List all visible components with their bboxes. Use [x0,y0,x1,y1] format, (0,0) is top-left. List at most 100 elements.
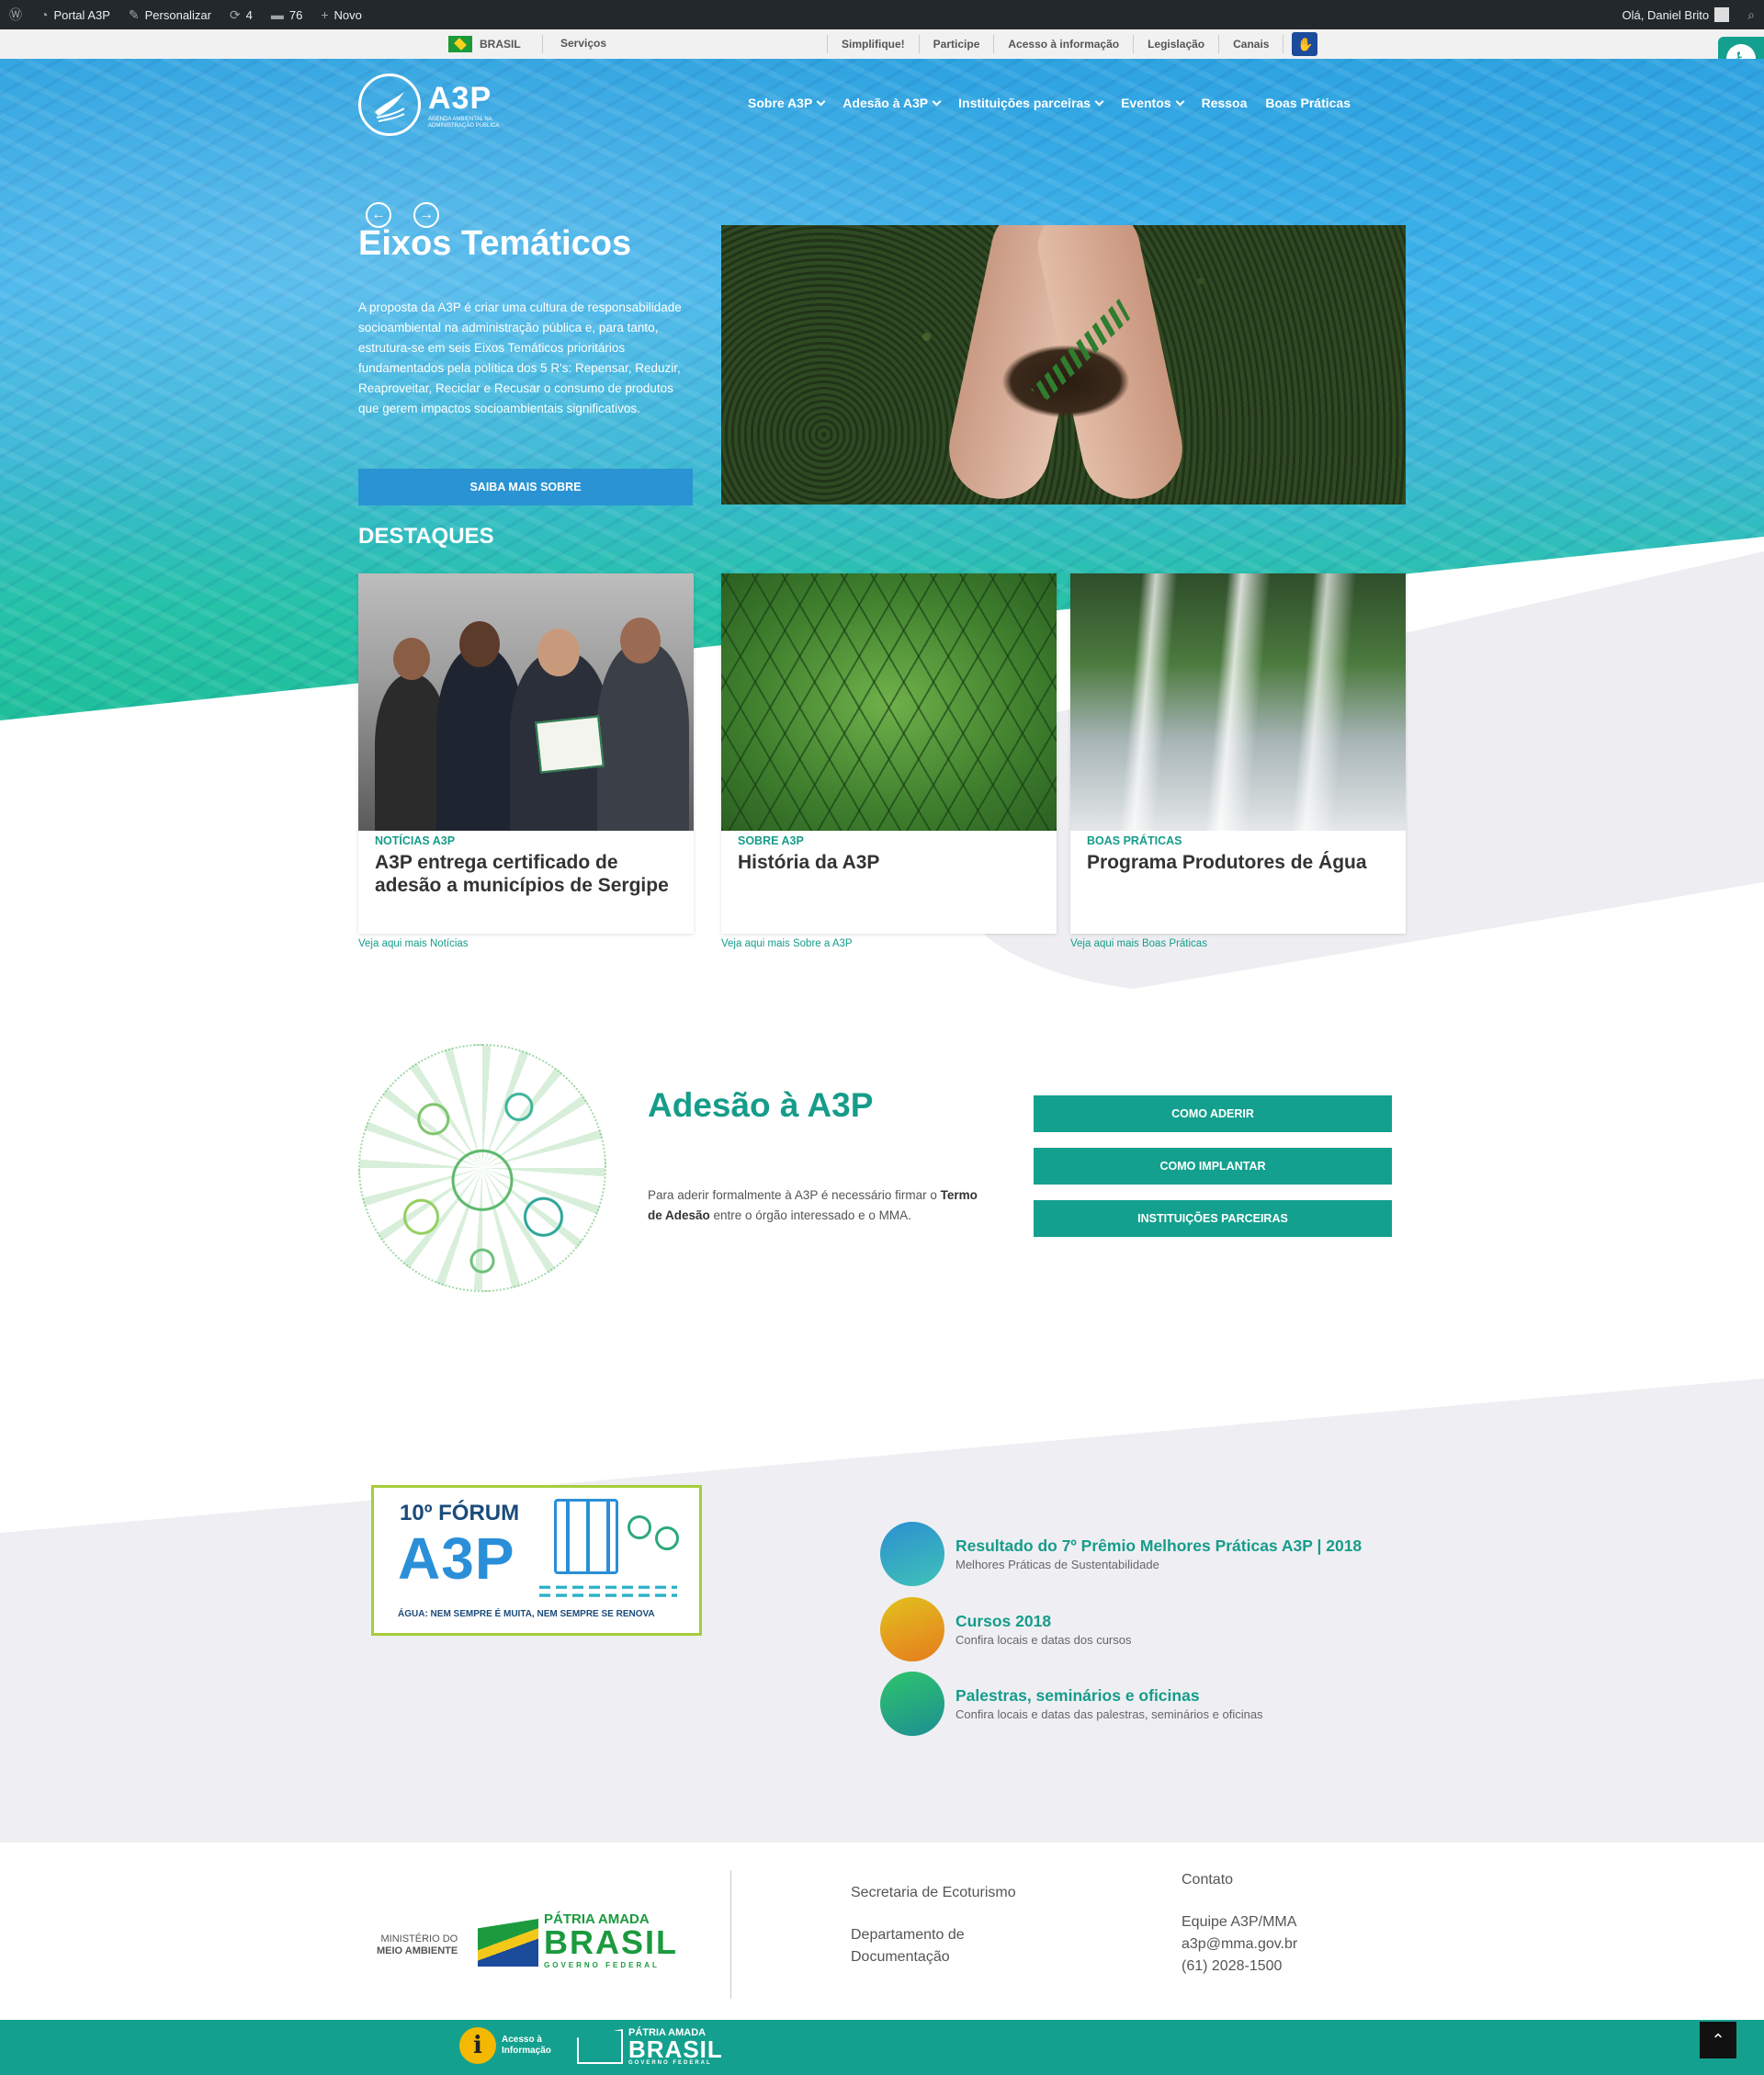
card-image-waterfall [1070,573,1406,831]
search-icon: ⌕ [1747,6,1755,22]
feature-palestras[interactable]: Palestras, seminários e oficinas Confira … [880,1672,1263,1736]
nav-label: Ressoa [1201,96,1248,110]
admin-search-button[interactable]: ⌕ [1738,0,1764,29]
nav-label: Sobre A3P [748,96,813,110]
nav-label: Adesão à A3P [842,96,929,110]
forum-tagline: ÁGUA: NEM SEMPRE É MUITA, NEM SEMPRE SE … [398,1609,655,1619]
wp-logo-button[interactable]: Ⓦ [0,0,31,29]
updates-link[interactable]: ⟳ 4 [220,0,262,29]
logo-hand-icon [358,74,421,136]
saiba-mais-button[interactable]: SAIBA MAIS SOBRE [358,469,693,505]
gov-link-simplifique[interactable]: Simplifique! [827,35,919,53]
card-title[interactable]: História da A3P [738,851,1046,874]
brush-icon: ✎ [128,6,140,22]
gov-link-canais[interactable]: Canais [1218,35,1283,53]
feature-cursos[interactable]: Cursos 2018 Confira locais e datas dos cu… [880,1597,1131,1661]
highlight-card-sobre[interactable]: SOBRE A3P História da A3P [721,573,1057,934]
nav-label: Instituições parceiras [958,96,1091,110]
sustainability-icons-illustration [358,1044,606,1292]
footer-link-ecoturismo[interactable]: Secretaria de Ecoturismo [851,1882,1016,1904]
highlight-card-noticias[interactable]: NOTÍCIAS A3P A3P entrega certificado de … [358,573,694,934]
como-aderir-button[interactable]: COMO ADERIR [1034,1095,1392,1132]
dashboard-icon: ◔ [40,7,49,22]
patria-amada-logo[interactable]: PÁTRIA AMADA BRASIL GOVERNO FEDERAL [478,1911,678,1974]
site-name-link[interactable]: ◔ Portal A3P [31,0,119,29]
card-image-ceremony [358,573,694,831]
footer-link-documentacao[interactable]: Departamento de Documentação [851,1924,1016,1968]
feature-premio[interactable]: Resultado do 7º Prêmio Melhores Práticas… [880,1522,1362,1586]
nav-ressoa[interactable]: Ressoa [1202,96,1248,110]
gov-link-legislacao[interactable]: Legislação [1133,35,1218,53]
ministry-line2: MEIO AMBIENTE [377,1945,458,1956]
feature-dot-orange-icon [880,1597,944,1661]
forum-line1: 10º FÓRUM [400,1501,520,1525]
logo-subtitle: Agenda Ambiental na Administração Públic… [428,116,500,129]
contact-team: Equipe A3P/MMA [1182,1914,1297,1930]
card-title[interactable]: A3P entrega certificado de adesão a muni… [375,851,683,897]
wordpress-icon: Ⓦ [9,7,22,22]
gov-link-participe[interactable]: Participe [918,35,994,53]
patria-line2: BRASIL [628,2035,723,2063]
sign-language-icon: ✋ [1283,35,1327,53]
flag-outline-icon [577,2029,623,2064]
nav-instituicoes[interactable]: Instituições parceiras [958,96,1104,110]
main-nav: Sobre A3P Adesão à A3P Instituições parc… [748,96,1351,110]
como-implantar-button[interactable]: COMO IMPLANTAR [1034,1148,1392,1185]
nav-sobre[interactable]: Sobre A3P [748,96,826,110]
card-category: BOAS PRÁTICAS [1087,834,1182,847]
highlight-card-boas-praticas[interactable]: BOAS PRÁTICAS Programa Produtores de Águ… [1070,573,1406,934]
chevron-up-icon: ⌃ [1711,2030,1725,2049]
adesao-text: Para aderir formalmente à A3P é necessár… [648,1185,988,1226]
more-boas-praticas-link[interactable]: Veja aqui mais Boas Práticas [1070,938,1207,949]
vlibras-button[interactable]: ✋ [1283,32,1318,56]
ministry-line1: MINISTÉRIO DO [380,1933,458,1945]
more-noticias-link[interactable]: Veja aqui mais Notícias [358,938,469,949]
nav-eventos[interactable]: Eventos [1121,96,1185,110]
wp-admin-bar: Ⓦ ◔ Portal A3P ✎ Personalizar ⟳ 4 ▬ 76 + Novo… [0,0,1764,29]
footer-divider [730,1870,731,1999]
card-category: SOBRE A3P [738,834,804,847]
slide-text: A proposta da A3P é criar uma cultura de… [358,300,682,415]
feature-dot-green-icon [880,1672,944,1736]
comments-link[interactable]: ▬ 76 [262,0,311,29]
customize-label: Personalizar [144,7,211,22]
gov-bar: BRASIL Serviços Simplifique! Participe A… [0,29,1764,59]
comment-icon: ▬ [270,7,284,22]
site-name-label: Portal A3P [53,7,110,22]
nav-adesao[interactable]: Adesão à A3P [842,96,942,110]
new-label: Novo [334,7,362,22]
patria-line2: BRASIL [544,1923,678,1961]
tree-icon [628,1515,651,1539]
slide-title: Eixos Temáticos [358,224,632,263]
card-title[interactable]: Programa Produtores de Água [1087,851,1395,874]
logo-title: A3P [428,80,492,116]
plus-icon: + [321,7,329,22]
brasil-link[interactable]: BRASIL [448,36,521,52]
contact-email[interactable]: a3p@mma.gov.br [1182,1933,1297,1956]
card-category: NOTÍCIAS A3P [375,834,456,847]
access-info-line2: Informação [502,2046,551,2056]
slide-image-hands-soil [721,225,1406,505]
new-content-link[interactable]: + Novo [311,0,371,29]
servicos-link[interactable]: Serviços [560,37,606,50]
bottom-patria-logo[interactable]: PÁTRIA AMADA BRASIL GOVERNO FEDERAL [577,2027,723,2066]
more-sobre-link[interactable]: Veja aqui mais Sobre a A3P [721,938,853,949]
feature-title: Resultado do 7º Prêmio Melhores Práticas… [956,1536,1363,1555]
back-to-top-button[interactable]: ⌃ [1700,2022,1736,2058]
acesso-informacao-link[interactable]: i Acesso à Informação [459,2027,551,2064]
customize-link[interactable]: ✎ Personalizar [119,0,220,29]
destaques-heading: DESTAQUES [358,524,494,549]
feature-title: Palestras, seminários e oficinas [956,1686,1200,1705]
account-menu[interactable]: Olá, Daniel Brito [1613,0,1739,29]
nav-boas-praticas[interactable]: Boas Práticas [1265,96,1351,110]
chevron-down-icon [1175,96,1185,106]
gov-link-acesso[interactable]: Acesso à informação [993,35,1133,53]
adesao-text-a: Para aderir formalmente à A3P é necessár… [648,1188,941,1202]
greeting-label: Olá, Daniel Brito [1622,7,1710,22]
waves-icon [539,1585,677,1597]
forum-banner[interactable]: 10º FÓRUM A3P ÁGUA: NEM SEMPRE É MUITA, … [371,1485,702,1636]
instituicoes-parceiras-button[interactable]: INSTITUIÇÕES PARCEIRAS [1034,1200,1392,1237]
site-logo[interactable]: A3P Agenda Ambiental na Administração Pú… [358,74,520,136]
arrow-left-icon: ← [371,207,386,222]
ministry-logo[interactable]: MINISTÉRIO DO MEIO AMBIENTE [377,1933,458,1957]
